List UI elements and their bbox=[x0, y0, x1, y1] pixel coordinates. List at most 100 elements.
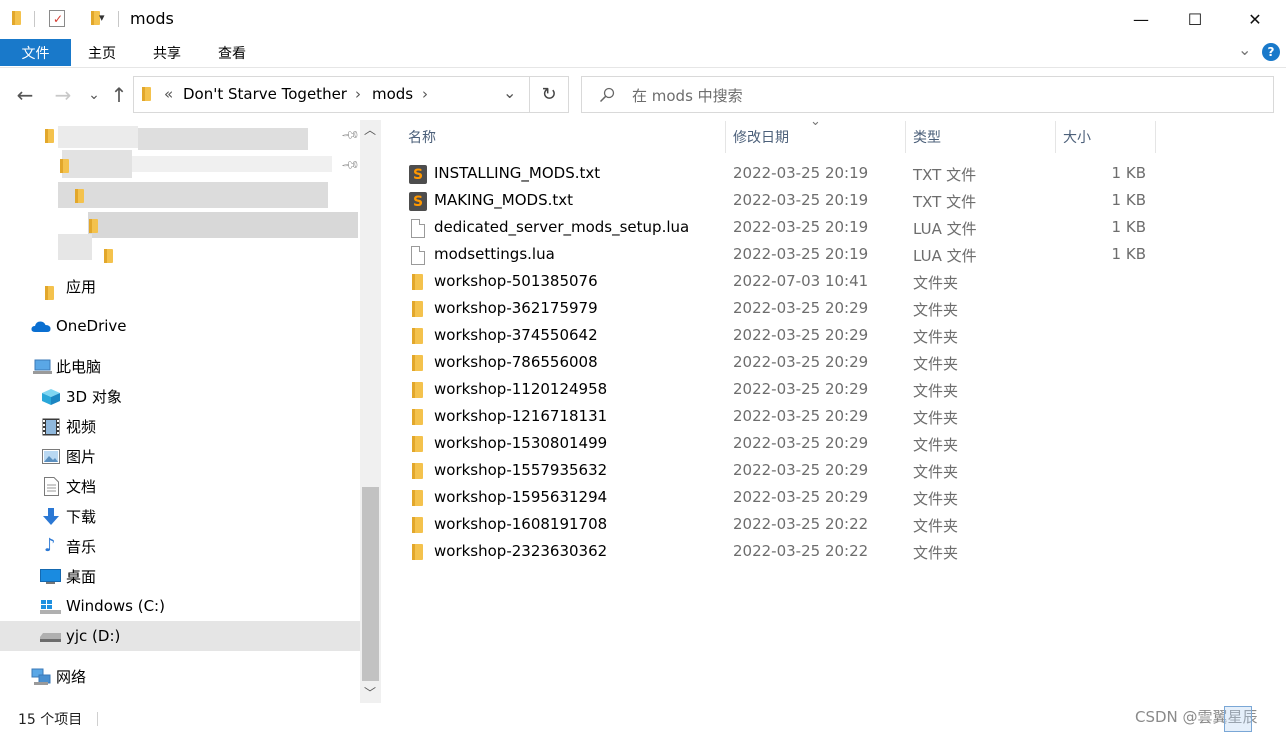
ribbon-divider bbox=[0, 67, 1286, 68]
scrollbar-thumb[interactable] bbox=[362, 487, 379, 681]
column-header-type[interactable]: 类型 bbox=[913, 120, 941, 154]
nav-item-apps[interactable]: 应用 bbox=[0, 272, 360, 300]
file-row[interactable]: modsettings.lua 2022-03-25 20:19 LUA 文件 1 K… bbox=[400, 242, 1170, 269]
breadcrumb-separator[interactable]: › bbox=[355, 85, 361, 103]
nav-item-this-pc[interactable]: 此电脑 bbox=[0, 352, 360, 380]
maximize-button[interactable]: ☐ bbox=[1168, 0, 1222, 38]
file-name: workshop-1557935632 bbox=[434, 461, 608, 479]
nav-item-network[interactable]: 网络 bbox=[0, 662, 360, 690]
file-row[interactable]: workshop-1608191708 2022-03-25 20:22 文件夹 bbox=[400, 512, 1170, 539]
nav-item-drive-d[interactable]: yjc (D:) bbox=[0, 621, 360, 651]
column-divider[interactable] bbox=[1155, 121, 1156, 153]
nav-item-label: 图片 bbox=[66, 447, 97, 466]
file-name: MAKING_MODS.txt bbox=[434, 191, 574, 209]
nav-item-desktop[interactable]: 桌面 bbox=[0, 562, 360, 590]
file-date-modified: 2022-03-25 20:19 bbox=[733, 218, 869, 236]
file-date-modified: 2022-03-25 20:29 bbox=[733, 326, 869, 344]
nav-item-pictures[interactable]: 图片 bbox=[0, 442, 360, 470]
file-name: dedicated_server_mods_setup.lua bbox=[434, 218, 690, 236]
file-row[interactable]: workshop-1595631294 2022-03-25 20:29 文件夹 bbox=[400, 485, 1170, 512]
customize-quick-access-icon[interactable]: ▾ bbox=[99, 11, 105, 24]
file-name: workshop-1120124958 bbox=[434, 380, 608, 398]
file-row[interactable]: workshop-501385076 2022-07-03 10:41 文件夹 bbox=[400, 269, 1170, 296]
nav-item-label: 文档 bbox=[66, 477, 97, 496]
windows-drive-icon bbox=[40, 600, 61, 614]
help-icon[interactable]: ? bbox=[1262, 43, 1280, 61]
breadcrumb-dont-starve-together[interactable]: Don't Starve Together bbox=[183, 85, 347, 103]
forward-button[interactable]: → bbox=[49, 80, 77, 110]
breadcrumb-mods[interactable]: mods bbox=[372, 85, 413, 103]
file-type: LUA 文件 bbox=[913, 247, 977, 265]
file-row[interactable]: workshop-1120124958 2022-03-25 20:29 文件夹 bbox=[400, 377, 1170, 404]
nav-item-label: 网络 bbox=[56, 667, 87, 686]
column-header-name[interactable]: 名称 bbox=[408, 120, 436, 154]
column-divider[interactable] bbox=[725, 121, 726, 153]
nav-item-onedrive[interactable]: OneDrive bbox=[0, 312, 360, 340]
up-arrow-icon: ↑ bbox=[110, 83, 128, 107]
breadcrumb-overflow[interactable]: « bbox=[164, 85, 173, 103]
nav-item-label: OneDrive bbox=[56, 317, 127, 335]
nav-item-music[interactable]: ♪ 音乐 bbox=[0, 532, 360, 560]
back-arrow-icon: ← bbox=[16, 83, 34, 107]
sublime-text-icon: S bbox=[409, 192, 427, 211]
status-divider bbox=[97, 712, 98, 726]
recent-locations-button[interactable]: ⌄ bbox=[80, 80, 108, 110]
refresh-button[interactable]: ↻ bbox=[530, 76, 569, 113]
file-row[interactable]: workshop-2323630362 2022-03-25 20:22 文件夹 bbox=[400, 539, 1170, 566]
file-row[interactable]: workshop-362175979 2022-03-25 20:29 文件夹 bbox=[400, 296, 1170, 323]
file-date-modified: 2022-03-25 20:29 bbox=[733, 434, 869, 452]
file-row[interactable]: dedicated_server_mods_setup.lua 2022-03-2… bbox=[400, 215, 1170, 242]
ribbon-expand-icon[interactable]: ⌄ bbox=[1238, 40, 1251, 59]
breadcrumb-separator[interactable]: › bbox=[422, 85, 428, 103]
file-row[interactable]: workshop-1530801499 2022-03-25 20:29 文件夹 bbox=[400, 431, 1170, 458]
back-button[interactable]: ← bbox=[11, 80, 39, 110]
nav-item-documents[interactable]: 文档 bbox=[0, 472, 360, 500]
file-name: workshop-501385076 bbox=[434, 272, 598, 290]
file-row[interactable]: workshop-1557935632 2022-03-25 20:29 文件夹 bbox=[400, 458, 1170, 485]
minimize-icon: — bbox=[1133, 9, 1149, 29]
column-divider[interactable] bbox=[1055, 121, 1056, 153]
address-bar[interactable]: « Don't Starve Together › mods › ⌄ bbox=[133, 76, 530, 113]
folder-icon bbox=[412, 544, 424, 560]
file-row[interactable]: workshop-374550642 2022-03-25 20:29 文件夹 bbox=[400, 323, 1170, 350]
column-divider[interactable] bbox=[905, 121, 906, 153]
nav-item-videos[interactable]: 视频 bbox=[0, 412, 360, 440]
cube-3d-icon bbox=[42, 389, 60, 405]
scroll-down-icon[interactable]: ﹀ bbox=[364, 684, 376, 701]
tab-view[interactable]: 查看 bbox=[218, 39, 246, 66]
file-name: workshop-1608191708 bbox=[434, 515, 608, 533]
file-date-modified: 2022-03-25 20:19 bbox=[733, 191, 869, 209]
close-button[interactable]: ✕ bbox=[1228, 0, 1282, 38]
nav-item-downloads[interactable]: 下载 bbox=[0, 502, 360, 530]
column-header-size[interactable]: 大小 bbox=[1063, 120, 1091, 154]
network-icon bbox=[31, 668, 51, 685]
address-dropdown-icon[interactable]: ⌄ bbox=[503, 83, 516, 102]
forward-arrow-icon: → bbox=[54, 83, 72, 107]
video-icon bbox=[42, 418, 60, 436]
minimize-button[interactable]: — bbox=[1114, 0, 1168, 38]
up-button[interactable]: ↑ bbox=[105, 80, 133, 110]
file-type: 文件夹 bbox=[913, 436, 959, 454]
folder-icon bbox=[412, 490, 424, 506]
music-note-icon: ♪ bbox=[44, 535, 56, 556]
file-row[interactable]: workshop-786556008 2022-03-25 20:29 文件夹 bbox=[400, 350, 1170, 377]
nav-item-3d-objects[interactable]: 3D 对象 bbox=[0, 382, 360, 410]
tab-file[interactable]: 文件 bbox=[0, 39, 71, 66]
properties-icon[interactable]: ✓ bbox=[49, 10, 65, 27]
scroll-up-icon[interactable]: ︿ bbox=[364, 121, 376, 138]
folder-icon bbox=[74, 189, 85, 203]
file-row[interactable]: S MAKING_MODS.txt 2022-03-25 20:19 TXT 文件 1 … bbox=[400, 188, 1170, 215]
file-name: workshop-1595631294 bbox=[434, 488, 608, 506]
nav-item-label: Windows (C:) bbox=[66, 597, 165, 615]
file-row[interactable]: S INSTALLING_MODS.txt 2022-03-25 20:19 TXT … bbox=[400, 161, 1170, 188]
nav-item-drive-c[interactable]: Windows (C:) bbox=[0, 592, 360, 620]
search-box[interactable]: 在 mods 中搜索 bbox=[581, 76, 1274, 113]
file-size: 1 KB bbox=[1111, 218, 1146, 236]
file-row[interactable]: workshop-1216718131 2022-03-25 20:29 文件夹 bbox=[400, 404, 1170, 431]
tab-share[interactable]: 共享 bbox=[153, 39, 181, 66]
column-header-date-modified[interactable]: 修改日期 bbox=[733, 120, 789, 154]
file-type: 文件夹 bbox=[913, 409, 959, 427]
folder-icon bbox=[412, 328, 424, 344]
details-view-button[interactable] bbox=[1224, 706, 1252, 732]
tab-home[interactable]: 主页 bbox=[88, 39, 116, 66]
